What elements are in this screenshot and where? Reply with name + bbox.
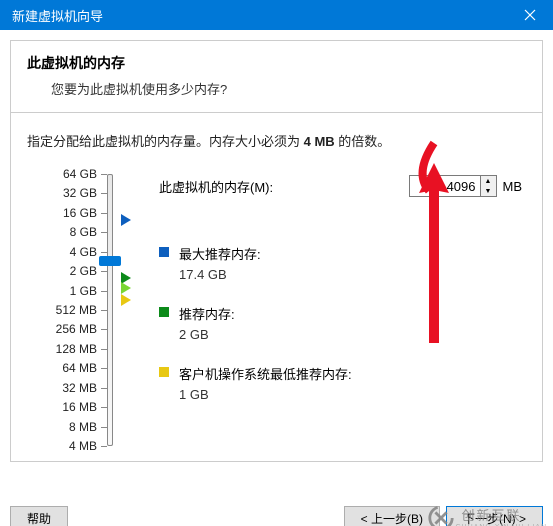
window-title: 新建虚拟机向导 [12,6,103,25]
scale-label: 8 MB [69,420,97,434]
memory-slider-track[interactable] [107,174,113,446]
close-icon [524,9,536,21]
instruction-text: 指定分配给此虚拟机的内存量。内存大小必须为 4 MB 的倍数。 [27,131,526,150]
titlebar: 新建虚拟机向导 [0,0,553,30]
memory-spinner: ▲ ▼ [481,175,497,197]
recommendations: 最大推荐内存: 17.4 GB 推荐内存: 2 GB [159,244,526,402]
scale-label: 256 MB [56,322,97,336]
memory-spinner-down[interactable]: ▼ [481,186,496,196]
rec-default: 推荐内存: 2 GB [159,304,526,342]
scale-label: 64 GB [63,167,97,181]
scale-label: 64 MB [62,361,97,375]
memory-stepper: ▲ ▼ MB [409,175,523,197]
memory-input[interactable] [409,175,481,197]
scale-label: 16 GB [63,206,97,220]
default-memory-marker-icon [121,282,131,294]
max-memory-marker-icon [121,214,131,226]
back-button[interactable]: < 上一步(B) [344,506,440,526]
square-green-icon [159,307,169,317]
memory-spinner-up[interactable]: ▲ [481,176,496,186]
memory-unit: MB [503,179,523,194]
rec-max: 最大推荐内存: 17.4 GB [159,244,526,282]
watermark: 创新互联 CHUANG XIN HU LIAN [427,504,547,526]
scale-label: 8 GB [70,225,97,239]
wizard-window: 新建虚拟机向导 此虚拟机的内存 您要为此虚拟机使用多少内存? 指定分配给此虚拟机… [0,0,553,526]
close-button[interactable] [507,0,553,30]
memory-info: 此虚拟机的内存(M): ▲ ▼ MB [119,174,526,424]
rec-min: 客户机操作系统最低推荐内存: 1 GB [159,364,526,402]
memory-scale: 64 GB32 GB16 GB8 GB4 GB2 GB1 GB512 MB256… [27,174,119,454]
content-area: 此虚拟机的内存 您要为此虚拟机使用多少内存? 指定分配给此虚拟机的内存量。内存大… [0,40,553,526]
scale-label: 32 MB [62,381,97,395]
wizard-body: 指定分配给此虚拟机的内存量。内存大小必须为 4 MB 的倍数。 64 GB 32 … [10,112,543,462]
square-blue-icon [159,247,169,257]
scale-label: 2 GB [70,264,97,278]
memory-input-label: 此虚拟机的内存(M): [159,177,273,196]
scale-label: 1 GB [70,284,97,298]
memory-slider-thumb[interactable] [99,256,121,266]
page-subtitle: 您要为此虚拟机使用多少内存? [27,79,526,98]
memory-input-row: 此虚拟机的内存(M): ▲ ▼ MB [159,174,526,198]
scale-label: 512 MB [56,303,97,317]
min-memory-marker-icon [121,294,131,306]
memory-row: 64 GB32 GB16 GB8 GB4 GB2 GB1 GB512 MB256… [27,174,526,454]
scale-label: 32 GB [63,186,97,200]
help-button[interactable]: 帮助 [10,506,68,526]
scale-label: 4 GB [70,245,97,259]
wizard-header: 此虚拟机的内存 您要为此虚拟机使用多少内存? [10,40,543,112]
scale-label: 16 MB [62,400,97,414]
square-yellow-icon [159,367,169,377]
scale-label: 4 MB [69,439,97,453]
page-title: 此虚拟机的内存 [27,53,526,73]
scale-label: 128 MB [56,342,97,356]
watermark-logo-icon [427,504,455,526]
